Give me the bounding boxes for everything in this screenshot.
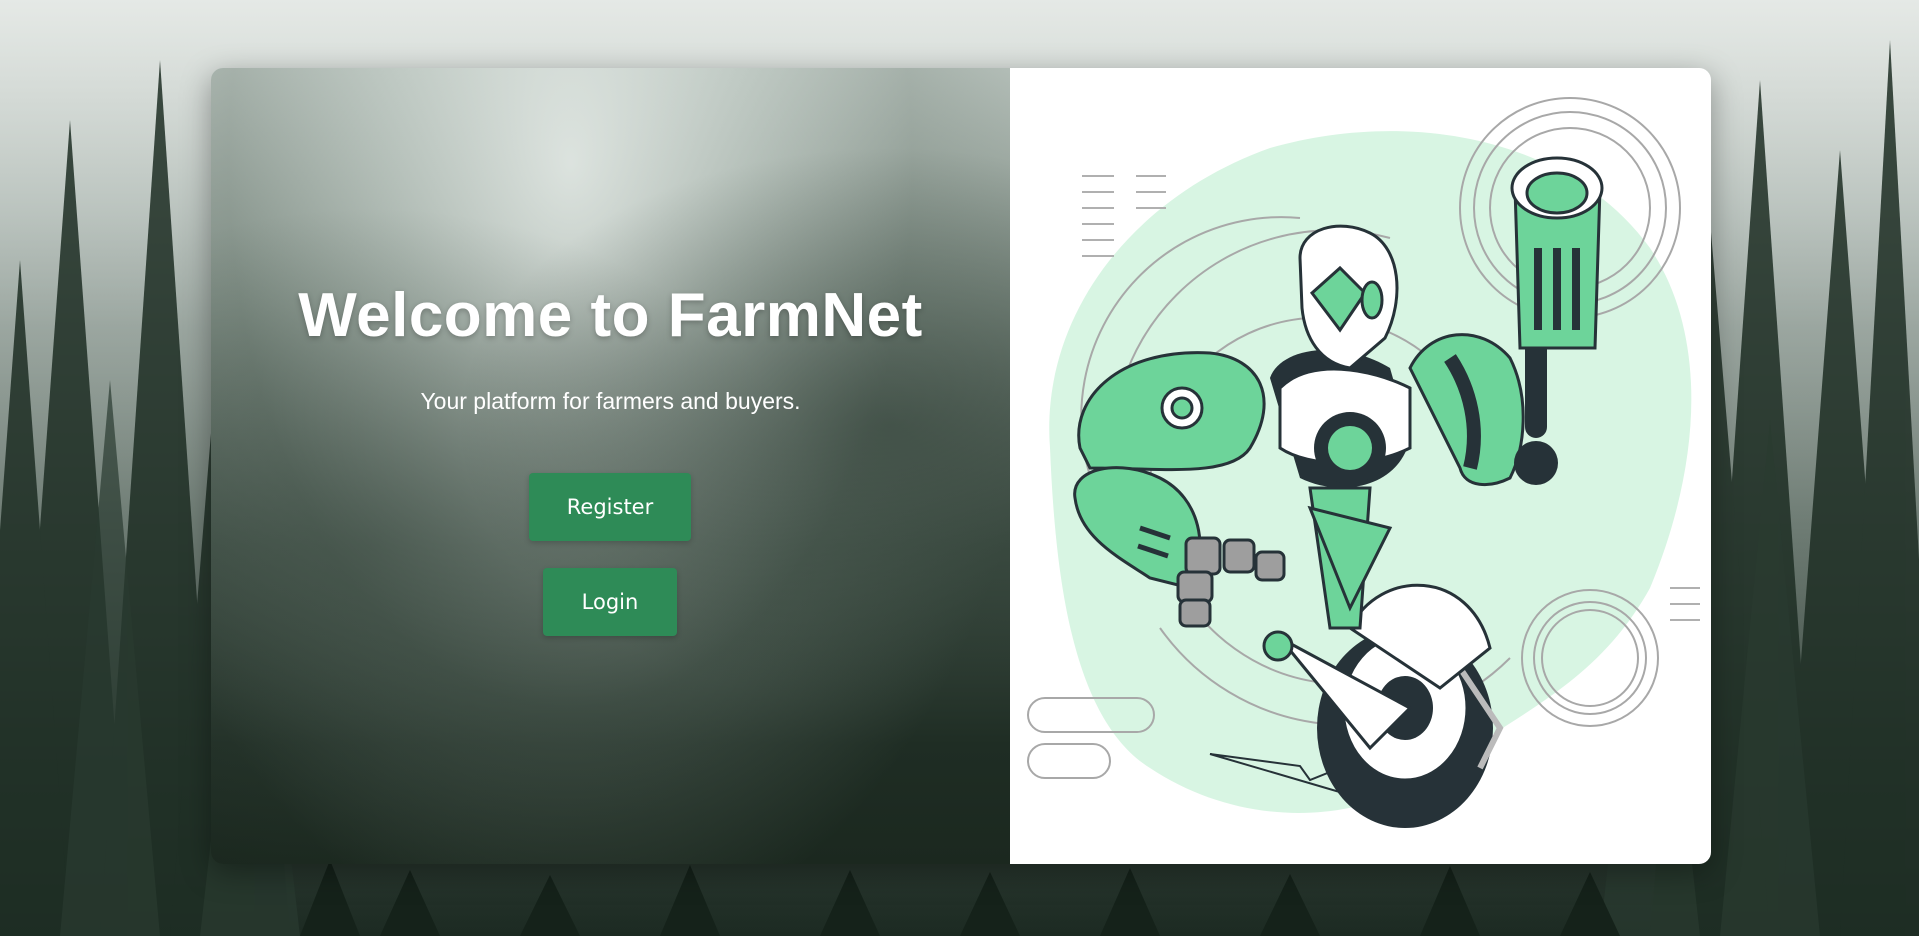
page-subtitle: Your platform for farmers and buyers. [420,388,801,414]
login-button[interactable]: Login [543,568,677,636]
flashlight-tool [1510,156,1604,350]
page-title: Welcome to FarmNet [298,281,923,350]
welcome-card: Welcome to FarmNet Your platform for far… [211,68,1711,864]
glass-overlay [211,68,1010,864]
register-button[interactable]: Register [529,473,691,541]
welcome-panel: Welcome to FarmNet Your platform for far… [211,68,1010,864]
robot-illustration [1027,97,1700,828]
decorative-lines-right [1670,587,1700,621]
illustration-panel [1010,68,1711,864]
pill-shape [1027,743,1111,779]
